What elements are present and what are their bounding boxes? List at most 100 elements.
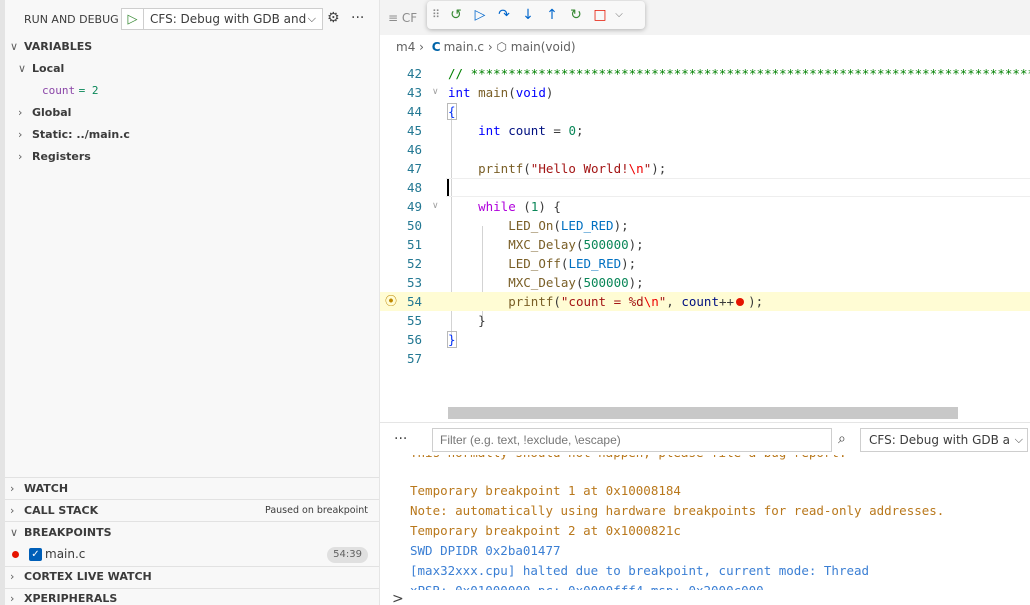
breakpoint-dot-icon xyxy=(12,551,19,558)
search-icon[interactable]: ⌕ xyxy=(838,431,846,447)
editor-tab[interactable]: ≡ CF xyxy=(388,11,417,25)
call-stack-section-header[interactable]: › CALL STACK Paused on breakpoint xyxy=(5,500,379,522)
stop-icon[interactable]: □ xyxy=(590,5,610,25)
breadcrumb: m4 › Cmain.c › ⬡ main(void) xyxy=(396,40,576,54)
console-output-line: Note: automatically using hardware break… xyxy=(410,503,945,518)
code-text: LED_On(LED_RED); xyxy=(508,218,629,233)
variables-section-header[interactable]: ∨ VARIABLES xyxy=(5,36,379,58)
console-filter-input[interactable] xyxy=(432,428,832,452)
code-line: 43 ∨ int main(void) xyxy=(406,83,554,102)
console-output-line: Temporary breakpoint 1 at 0x10008184 xyxy=(410,483,681,498)
code-text: printf("count = %d\n", count++); xyxy=(508,294,764,309)
code-text: MXC_Delay(500000); xyxy=(508,275,644,290)
code-text: printf("Hello World!\n"); xyxy=(478,161,667,176)
code-line: 48 xyxy=(380,178,1030,197)
c-file-icon: C xyxy=(431,40,441,54)
code-text: int main(void) xyxy=(448,85,554,100)
debug-session-label: CFS: Debug with GDB a xyxy=(869,433,1011,447)
scope-registers[interactable]: › Registers xyxy=(18,146,91,168)
code-text: } xyxy=(448,313,486,328)
code-line: 50 LED_On(LED_RED); xyxy=(406,218,629,233)
code-text: } xyxy=(447,331,457,348)
restart-icon[interactable]: ↻ xyxy=(566,5,586,25)
variable-name: count xyxy=(42,84,76,97)
cortex-live-watch-section-header[interactable]: › CORTEX LIVE WATCH xyxy=(5,566,379,588)
chevron-right-icon: › xyxy=(18,150,23,163)
more-actions-icon[interactable]: ··· xyxy=(351,10,364,26)
run-debug-title: RUN AND DEBUG xyxy=(24,13,119,26)
code-text: // *************************************… xyxy=(448,66,1030,81)
call-stack-status: Paused on breakpoint xyxy=(265,505,368,516)
code-line: 49 ∨ while (1) { xyxy=(406,197,561,216)
code-text: int count = 0; xyxy=(478,123,584,138)
start-debugging-icon[interactable]: ▷ xyxy=(121,8,143,30)
code-line: 53 MXC_Delay(500000); xyxy=(406,275,644,290)
editor-area: ≡ CF ⠿ ↺ ▷ ↷ ↓ ↑ ↻ □ ⌵ m4 › Cmain.c › ⬡ … xyxy=(380,0,1030,422)
chevron-down-icon: ∨ xyxy=(10,526,19,539)
fold-chevron-icon[interactable]: ∨ xyxy=(432,83,439,102)
breakpoints-section-header[interactable]: ∨ BREAKPOINTS xyxy=(5,522,379,544)
more-actions-icon[interactable]: ··· xyxy=(394,431,407,447)
code-line: 47 printf("Hello World!\n"); xyxy=(406,161,667,176)
chevron-down-icon[interactable]: ⌵ xyxy=(609,5,629,25)
text-cursor xyxy=(447,179,449,196)
chevron-right-icon: › xyxy=(10,592,15,605)
chevron-right-icon: › xyxy=(419,40,428,54)
code-line: 46 xyxy=(406,142,422,157)
chevron-right-icon: › xyxy=(10,482,15,495)
code-line: 52 LED_Off(LED_RED); xyxy=(406,256,637,271)
xperipherals-section-header[interactable]: › XPERIPHERALS xyxy=(5,588,379,605)
breadcrumb-file[interactable]: main.c xyxy=(444,40,484,54)
breadcrumb-folder[interactable]: m4 xyxy=(396,40,415,54)
chevron-right-icon: › xyxy=(10,570,15,583)
debug-session-select[interactable]: CFS: Debug with GDB a ⌵ xyxy=(860,428,1028,452)
code-text: { xyxy=(447,103,457,120)
restart-frame-icon[interactable]: ↺ xyxy=(446,5,466,25)
fold-chevron-icon[interactable]: ∨ xyxy=(432,197,439,216)
editor-tab-bar: ≡ CF ⠿ ↺ ▷ ↷ ↓ ↑ ↻ □ ⌵ xyxy=(380,0,1030,35)
chevron-down-icon: ⌵ xyxy=(307,12,316,25)
step-out-icon[interactable]: ↑ xyxy=(542,5,562,25)
gear-icon[interactable]: ⚙ xyxy=(327,10,340,26)
breadcrumb-symbol[interactable]: main(void) xyxy=(511,40,576,54)
chevron-right-icon: › xyxy=(10,504,15,517)
breakpoint-file: main.c xyxy=(45,547,86,561)
code-editor[interactable]: 42 // **********************************… xyxy=(380,62,1030,402)
variable-value: = 2 xyxy=(78,84,99,97)
scope-global[interactable]: › Global xyxy=(18,102,71,124)
step-into-icon[interactable]: ↓ xyxy=(518,5,538,25)
launch-config-select[interactable]: CFS: Debug with GDB and ⌵ xyxy=(143,8,323,30)
scope-static[interactable]: › Static: ../main.c xyxy=(18,124,130,146)
variable-count[interactable]: count = 2 xyxy=(42,80,99,102)
breakpoint-enabled-checkbox[interactable]: ✓ xyxy=(29,548,42,561)
continue-icon[interactable]: ▷ xyxy=(470,5,490,25)
run-and-debug-sidebar: RUN AND DEBUG ▷ CFS: Debug with GDB and … xyxy=(0,0,380,605)
code-line: 56 } xyxy=(406,331,457,348)
code-line: 51 MXC_Delay(500000); xyxy=(406,237,644,252)
drag-handle-icon[interactable]: ⠿ xyxy=(430,5,442,25)
console-output-line: SWD DPIDR 0x2ba01477 xyxy=(410,543,561,558)
chevron-right-icon: › xyxy=(18,106,23,119)
run-debug-toolbar: RUN AND DEBUG ▷ CFS: Debug with GDB and … xyxy=(5,0,379,37)
console-prompt-icon[interactable]: > xyxy=(392,591,404,605)
console-output-line: Temporary breakpoint 2 at 0x1000821c xyxy=(410,523,681,538)
chevron-down-icon: ∨ xyxy=(18,62,27,75)
code-line: 45 int count = 0; xyxy=(406,123,584,138)
code-text: while (1) { xyxy=(478,199,561,214)
debug-console-panel: ··· ⌕ CFS: Debug with GDB a ⌵ This norma… xyxy=(380,422,1030,605)
current-execution-line: ⦿ 54 printf("count = %d\n", count++); xyxy=(380,292,1030,311)
step-over-icon[interactable]: ↷ xyxy=(494,5,514,25)
breakpoint-item[interactable]: ✓ main.c 54:39 xyxy=(0,544,379,566)
chevron-down-icon: ⌵ xyxy=(1012,429,1023,451)
inline-breakpoint-icon[interactable] xyxy=(736,297,745,306)
debug-toolbar: ⠿ ↺ ▷ ↷ ↓ ↑ ↻ □ ⌵ xyxy=(427,1,645,29)
code-line: 44 { xyxy=(406,103,457,120)
code-line: 42 // **********************************… xyxy=(380,64,1030,83)
vscode-window: RUN AND DEBUG ▷ CFS: Debug with GDB and … xyxy=(0,0,1030,605)
scope-local[interactable]: ∨ Local xyxy=(18,58,64,80)
code-text: LED_Off(LED_RED); xyxy=(508,256,637,271)
watch-section-header[interactable]: › WATCH xyxy=(5,478,379,500)
breakpoint-line-badge: 54:39 xyxy=(327,547,368,563)
horizontal-scrollbar[interactable] xyxy=(448,407,958,419)
code-line: 57 xyxy=(406,351,422,366)
